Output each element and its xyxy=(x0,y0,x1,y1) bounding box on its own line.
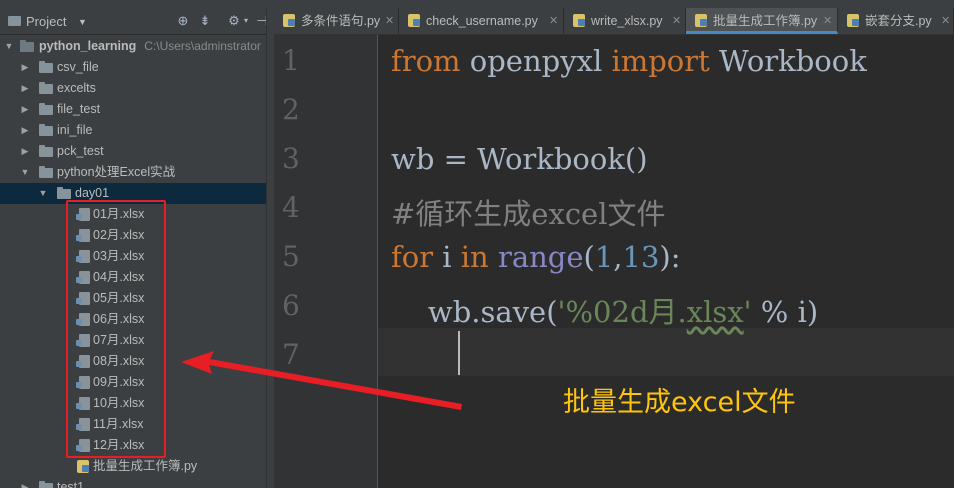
tab-nested-branch[interactable]: 嵌套分支.py ✕ xyxy=(838,8,954,34)
folder-icon xyxy=(39,103,53,115)
current-line-highlight xyxy=(378,328,954,376)
chevron-down-icon[interactable]: ▼ xyxy=(78,17,87,27)
folder-icon xyxy=(39,166,53,178)
text-cursor xyxy=(458,331,460,375)
tree-folder-excelts[interactable]: ▶ excelts xyxy=(0,78,274,99)
code-line-1: from openpyxl import Workbook xyxy=(391,44,867,78)
annotation-label: 批量生成excel文件 xyxy=(563,387,796,418)
line-number: 5 xyxy=(282,240,300,273)
code-line-6: wb.save('%02d月.xlsx' % i) xyxy=(391,295,819,329)
close-icon[interactable]: ✕ xyxy=(823,8,832,34)
python-file-icon xyxy=(283,14,295,27)
project-folder-icon xyxy=(8,16,21,26)
code-line-3: wb = Workbook() xyxy=(391,142,648,176)
code-line-4: #循环生成excel文件 xyxy=(391,197,666,231)
close-icon[interactable]: ✕ xyxy=(941,8,950,34)
line-number: 1 xyxy=(282,44,300,77)
python-file-icon xyxy=(573,14,585,27)
folder-label: test1 xyxy=(57,480,85,488)
collapsed-arrow-icon[interactable]: ▶ xyxy=(20,120,30,141)
collapsed-arrow-icon[interactable]: ▶ xyxy=(20,477,30,488)
folder-icon xyxy=(39,124,53,136)
annotation-highlight-box xyxy=(66,200,166,458)
editor-tab-bar: 多条件语句.py ✕ check_username.py ✕ write_xls… xyxy=(274,8,954,35)
folder-label: csv_file xyxy=(57,60,99,74)
tree-folder-file-test[interactable]: ▶ file_test xyxy=(0,99,274,120)
tab-label: write_xlsx.py xyxy=(591,14,663,28)
folder-icon xyxy=(39,82,53,94)
tab-batch-workbook[interactable]: 批量生成工作簿.py ✕ xyxy=(686,8,838,34)
close-icon[interactable]: ✕ xyxy=(385,8,394,34)
folder-label: ini_file xyxy=(57,123,93,137)
line-number: 6 xyxy=(282,289,300,322)
tree-folder-ini-file[interactable]: ▶ ini_file xyxy=(0,120,274,141)
folder-label: file_test xyxy=(57,102,101,116)
python-file-icon xyxy=(847,14,859,27)
code-editor[interactable]: from openpyxl import Workbook wb = Workb… xyxy=(378,35,954,488)
tree-root-python-learning[interactable]: ▼ python_learning C:\Users\adminstrator xyxy=(0,36,274,57)
tab-label: 嵌套分支.py xyxy=(865,14,932,28)
tab-multi-condition[interactable]: 多条件语句.py ✕ xyxy=(274,8,399,34)
collapsed-arrow-icon[interactable]: ▶ xyxy=(20,57,30,78)
collapsed-arrow-icon[interactable]: ▶ xyxy=(20,141,30,162)
tab-label: check_username.py xyxy=(426,14,538,28)
folder-label: excelts xyxy=(57,81,96,95)
tree-folder-python-excel[interactable]: ▼ python处理Excel实战 xyxy=(0,162,274,183)
root-folder-path: C:\Users\adminstrator xyxy=(144,39,261,53)
gear-dropdown-icon[interactable]: ▾ xyxy=(238,13,254,29)
close-icon[interactable]: ✕ xyxy=(549,8,558,34)
tree-folder-csv-file[interactable]: ▶ csv_file xyxy=(0,57,274,78)
folder-icon xyxy=(39,145,53,157)
expand-arrow-icon[interactable]: ▼ xyxy=(4,36,14,57)
python-file-icon xyxy=(695,14,707,27)
collapsed-arrow-icon[interactable]: ▶ xyxy=(20,99,30,120)
project-panel-header: Project ▼ ⊕ ⇟ ⚙ ▾ ⊣ xyxy=(0,8,274,35)
python-file-icon xyxy=(77,460,89,473)
expand-arrow-icon[interactable]: ▼ xyxy=(20,162,30,183)
close-icon[interactable]: ✕ xyxy=(672,8,681,34)
collapse-all-icon[interactable]: ⇟ xyxy=(197,13,213,29)
collapsed-arrow-icon[interactable]: ▶ xyxy=(20,78,30,99)
folder-icon xyxy=(57,187,71,199)
python-file-icon xyxy=(408,14,420,27)
line-number-gutter: 1 2 3 4 5 6 7 xyxy=(274,35,378,488)
locate-target-icon[interactable]: ⊕ xyxy=(175,13,191,29)
folder-icon xyxy=(39,61,53,73)
folder-icon xyxy=(20,40,34,52)
code-line-5: for i in range(1,13): xyxy=(391,240,681,274)
tab-label: 多条件语句.py xyxy=(301,14,381,28)
folder-label: python处理Excel实战 xyxy=(57,165,176,179)
tab-label: 批量生成工作簿.py xyxy=(713,14,818,28)
line-number: 3 xyxy=(282,142,300,175)
panel-splitter[interactable] xyxy=(266,8,274,488)
line-number: 4 xyxy=(282,191,300,224)
file-label: 批量生成工作簿.py xyxy=(93,459,198,473)
tab-write-xlsx[interactable]: write_xlsx.py ✕ xyxy=(564,8,686,34)
folder-label: pck_test xyxy=(57,144,104,158)
folder-icon xyxy=(39,481,53,488)
tree-folder-test1[interactable]: ▶ test1 xyxy=(0,477,274,488)
line-number: 2 xyxy=(282,93,300,126)
top-toolbar-strip xyxy=(0,0,954,8)
tab-check-username[interactable]: check_username.py ✕ xyxy=(399,8,564,34)
tree-folder-pck-test[interactable]: ▶ pck_test xyxy=(0,141,274,162)
tree-file-script[interactable]: 批量生成工作簿.py xyxy=(0,456,274,477)
expand-arrow-icon[interactable]: ▼ xyxy=(38,183,48,204)
project-view-selector[interactable]: Project xyxy=(26,14,66,29)
root-folder-label: python_learning xyxy=(39,39,137,53)
line-number: 7 xyxy=(282,338,300,371)
